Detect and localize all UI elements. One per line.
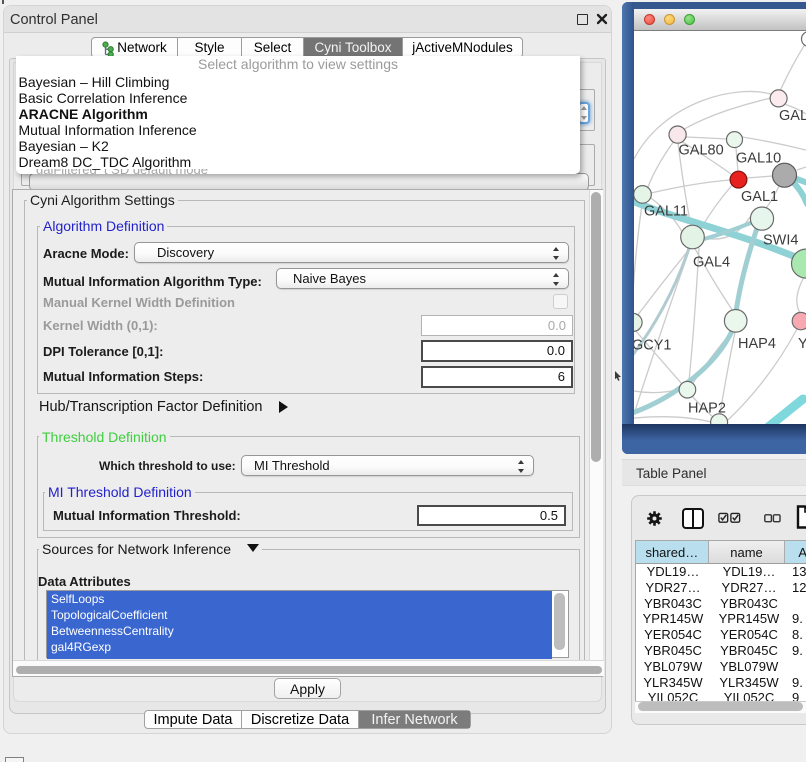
svg-text:GAL10: GAL10 [736,151,781,167]
svg-text:HAP2: HAP2 [688,401,726,417]
svg-text:GAL4: GAL4 [693,255,730,271]
svg-text:HAP4: HAP4 [738,336,776,352]
svg-text:SWI4: SWI4 [763,233,798,249]
svg-text:GAL80: GAL80 [679,143,724,159]
svg-text:GCY1: GCY1 [634,338,672,354]
svg-text:GAL11: GAL11 [644,204,688,220]
svg-text:GAL2: GAL2 [779,108,806,124]
svg-text:GAL1: GAL1 [741,189,778,205]
svg-text:YBR: YBR [798,336,806,352]
